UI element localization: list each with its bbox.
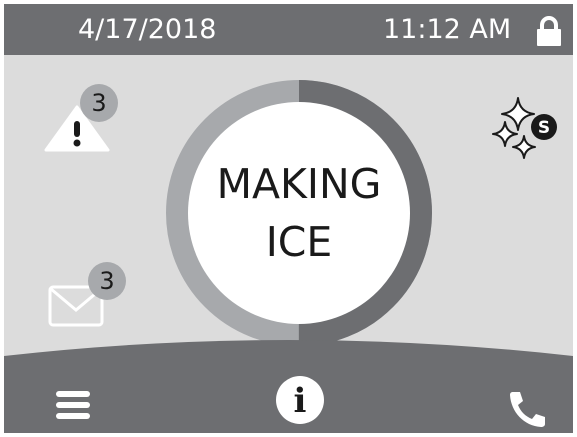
sparkle-icon[interactable]: S bbox=[488, 92, 560, 162]
hamburger-menu-icon[interactable] bbox=[56, 390, 90, 420]
info-glyph: i bbox=[294, 381, 307, 421]
status-line-1: MAKING bbox=[216, 160, 382, 208]
display-screen: 4/17/2018 11:12 AM 3 3 S MAKING ICE i bbox=[4, 4, 573, 433]
ice-maker-status[interactable]: MAKING ICE bbox=[188, 102, 410, 324]
lock-icon[interactable] bbox=[535, 16, 563, 46]
special-mode-badge: S bbox=[538, 118, 550, 138]
phone-icon[interactable] bbox=[508, 389, 548, 427]
status-time: 11:12 AM bbox=[383, 14, 512, 45]
status-line-2: ICE bbox=[265, 218, 333, 266]
status-date: 4/17/2018 bbox=[78, 14, 217, 45]
message-count-badge: 3 bbox=[88, 262, 126, 300]
alert-count-badge: 3 bbox=[80, 84, 118, 122]
status-bar: 4/17/2018 11:12 AM bbox=[4, 4, 573, 55]
info-button[interactable]: i bbox=[276, 376, 324, 424]
